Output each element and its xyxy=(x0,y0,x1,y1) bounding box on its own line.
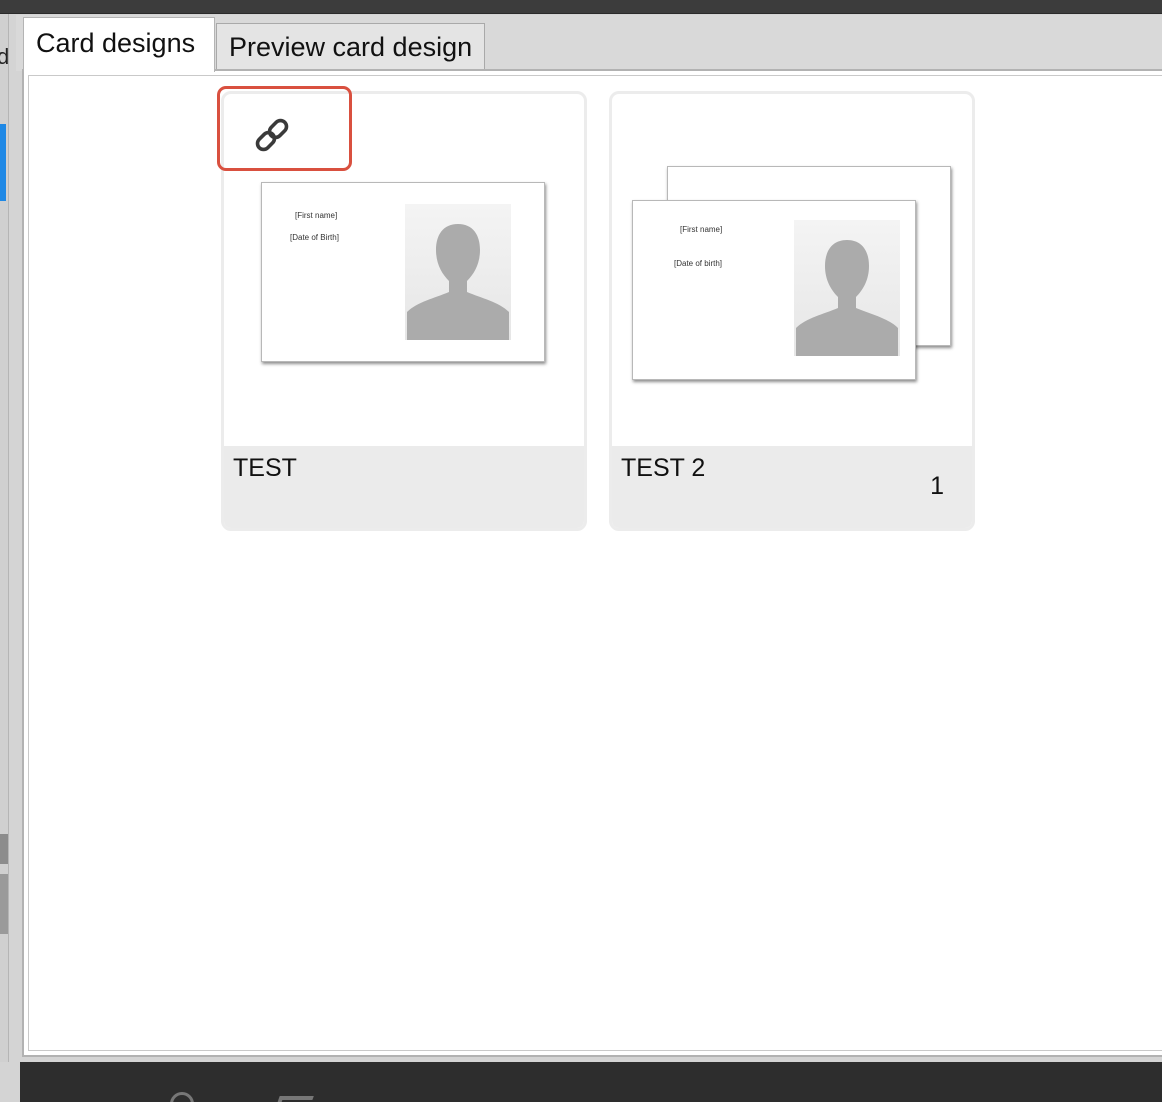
card-preview-front: [First name] [Date of birth] xyxy=(632,200,916,380)
left-sidebar-edge: d xyxy=(0,14,9,1062)
card-preview-front: [First name] [Date of Birth] xyxy=(261,182,545,362)
photo-placeholder xyxy=(405,204,511,340)
card-design-tile-test-2[interactable]: [First name] [Date of birth] TEST 2 1 xyxy=(609,91,975,531)
sidebar-splitter xyxy=(0,834,8,864)
card-designs-panel xyxy=(22,69,1162,1057)
tile-footer: TEST xyxy=(224,446,584,528)
sidebar-panel-edge xyxy=(0,874,8,934)
card-field-first-name: [First name] xyxy=(295,211,338,220)
card-designs-list xyxy=(28,75,1162,1051)
photo-placeholder xyxy=(794,220,900,356)
card-field-date-of-birth: [Date of birth] xyxy=(674,259,723,268)
sidebar-cut-text: d xyxy=(0,44,10,69)
tab-bar: Card designs Preview card design xyxy=(16,15,1162,72)
person-silhouette-icon xyxy=(407,224,509,340)
link-icon[interactable] xyxy=(252,115,292,155)
tab-preview-card-design[interactable]: Preview card design xyxy=(216,23,486,71)
design-name: TEST 2 xyxy=(621,454,706,482)
bottom-toolbar xyxy=(20,1062,1162,1102)
design-name: TEST xyxy=(233,454,297,482)
sidebar-selection-indicator[interactable] xyxy=(0,124,6,201)
design-count-badge: 1 xyxy=(930,472,944,500)
card-field-date-of-birth: [Date of Birth] xyxy=(290,233,339,242)
tab-card-designs[interactable]: Card designs xyxy=(23,17,215,72)
card-field-first-name: [First name] xyxy=(680,225,723,234)
window-top-strip xyxy=(0,0,1162,14)
linked-highlight xyxy=(217,86,352,171)
person-silhouette-icon xyxy=(796,240,898,356)
tile-footer: TEST 2 1 xyxy=(612,446,972,528)
folder-icon[interactable] xyxy=(276,1096,314,1102)
refresh-icon[interactable] xyxy=(170,1092,194,1102)
